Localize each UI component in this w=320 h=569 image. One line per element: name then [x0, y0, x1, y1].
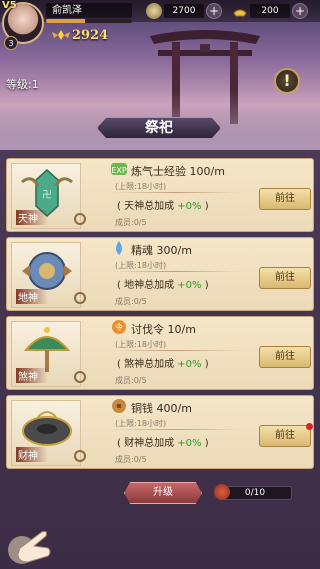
earth-god-art: 地神 [11, 242, 86, 308]
resource-rate: 精魂 300/m [131, 244, 192, 257]
member-count: 成员:0/5 [115, 376, 147, 385]
divider [111, 350, 241, 351]
power-wings-icon [52, 30, 70, 40]
god-name-label: 天神 [16, 210, 48, 225]
svg-text:令: 令 [115, 322, 123, 332]
member-count: 成员:0/5 [115, 218, 147, 227]
svg-text:卍: 卍 [42, 189, 52, 201]
soul-drop-icon [116, 241, 122, 255]
god-name-label: 煞神 [16, 368, 48, 383]
resource-limit: (上限:18小时) [115, 419, 167, 428]
player-level-badge: 3 [4, 36, 18, 50]
combat-power: 2924 [72, 28, 109, 43]
god-name-label: 地神 [16, 289, 48, 304]
goto-fiend-button[interactable]: 前往 [259, 346, 311, 368]
notification-dot [306, 423, 313, 430]
info-button[interactable]: ! [274, 68, 300, 94]
gold-value: 200 [250, 4, 290, 18]
magnify-icon[interactable] [74, 292, 86, 304]
magnify-icon[interactable] [74, 213, 86, 225]
wealth-god-art: 财神 [11, 400, 86, 466]
god-bonus: ( 天神总加成 +0% ) [117, 201, 209, 212]
resource-limit: (上限:18小时) [115, 261, 167, 270]
divider [111, 271, 241, 272]
goto-earth-button[interactable]: 前往 [259, 267, 311, 289]
copper-coin-icon [112, 399, 126, 413]
sacrifice-title-button[interactable]: 祭祀 [97, 117, 221, 139]
god-bonus: ( 地神总加成 +0% ) [117, 280, 209, 291]
resource-rate: 炼气士经验 100/m [131, 165, 225, 178]
level-label: 等级:1 [6, 78, 39, 91]
upgrade-button[interactable]: 升级 [124, 482, 202, 504]
resource-rate: 铜钱 400/m [131, 402, 192, 415]
coin-value: 2700 [164, 4, 204, 18]
magnify-icon[interactable] [74, 371, 86, 383]
upgrade-material-icon [214, 484, 230, 500]
goto-heaven-button[interactable]: 前往 [259, 188, 311, 210]
player-name: 俞凯泽 [46, 3, 132, 18]
god-name-label: 财神 [16, 447, 48, 462]
coin-icon [146, 3, 162, 19]
god-card-fiend: 煞神 令 讨伐令 10/m (上限:18小时) ( 煞神总加成 +0% ) 成员… [6, 316, 314, 390]
member-count: 成员:0/5 [115, 455, 147, 464]
divider [111, 192, 241, 193]
resource-rate: 讨伐令 10/m [131, 323, 196, 336]
goto-wealth-button[interactable]: 前往 [259, 423, 313, 447]
member-count: 成员:0/5 [115, 297, 147, 306]
vip-badge: V5 [2, 0, 17, 11]
resource-limit: (上限:18小时) [115, 182, 167, 191]
god-bonus: ( 煞神总加成 +0% ) [117, 359, 209, 370]
svg-text:EXP: EXP [111, 166, 127, 175]
magnify-icon[interactable] [74, 450, 86, 462]
crusade-token-icon: 令 [112, 320, 126, 334]
god-card-heaven: 卍 天神 EXP 炼气士经验 100/m (上限:18小时) ( 天神总加成 +… [6, 158, 314, 232]
exp-bar [46, 19, 132, 23]
resource-limit: (上限:18小时) [115, 340, 167, 349]
god-card-earth: 地神 精魂 300/m (上限:18小时) ( 地神总加成 +0% ) 成员:0… [6, 237, 314, 311]
divider [111, 429, 241, 430]
heaven-god-art: 卍 天神 [11, 163, 86, 229]
fiend-god-art: 煞神 [11, 321, 86, 387]
exp-icon: EXP [111, 163, 127, 175]
god-card-wealth: 财神 铜钱 400/m (上限:18小时) ( 财神总加成 +0% ) 成员:0… [6, 395, 314, 469]
god-bonus: ( 财神总加成 +0% ) [117, 438, 209, 449]
pointing-hand-icon [8, 531, 51, 564]
add-coin-button[interactable]: + [206, 3, 222, 19]
gold-ingot-icon [233, 9, 247, 17]
exp-bar-fill [46, 19, 85, 23]
add-gold-button[interactable]: + [292, 3, 308, 19]
goto-label: 前往 [275, 430, 295, 441]
